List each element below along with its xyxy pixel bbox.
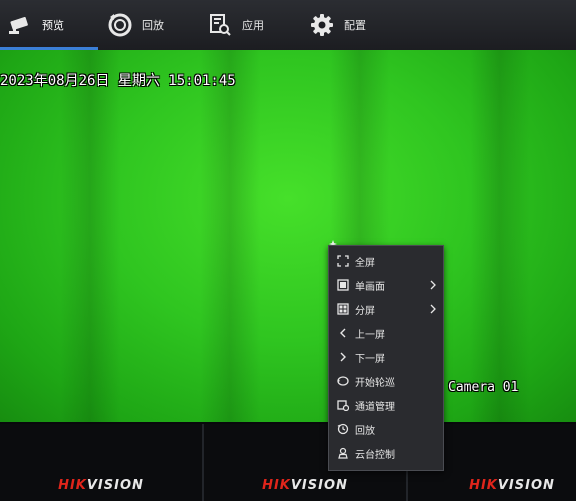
menu-item-label: 分屏 xyxy=(355,305,375,317)
nav-tab-label: 回放 xyxy=(142,19,164,32)
split-view-icon xyxy=(337,303,349,315)
ptz-icon xyxy=(338,447,348,459)
menu-item-ptz-control[interactable]: 云台控制 xyxy=(329,441,443,465)
gear-icon xyxy=(311,14,333,36)
context-menu: 全屏 单画面 分屏 上一屏 下一屏 开始轮巡 通道管理 回放 云台控制 xyxy=(328,245,444,471)
video-tile-strip: HIKVISION HIKVISION HIKVISION xyxy=(0,422,576,501)
chevron-right-icon xyxy=(340,352,346,362)
hikvision-logo: HIKVISION xyxy=(58,478,144,493)
menu-item-label: 单画面 xyxy=(355,281,385,293)
nav-tab-label: 预览 xyxy=(42,19,64,32)
nav-tab-preview[interactable]: 预览 xyxy=(6,0,64,50)
menu-item-label: 下一屏 xyxy=(355,353,385,365)
submenu-arrow-icon xyxy=(430,280,436,290)
menu-item-channel-manage[interactable]: 通道管理 xyxy=(329,393,443,417)
app-search-icon xyxy=(210,14,231,36)
menu-item-previous-screen[interactable]: 上一屏 xyxy=(329,321,443,345)
menu-item-label: 全屏 xyxy=(355,257,375,269)
channel-manage-icon xyxy=(337,400,349,411)
nav-tab-playback[interactable]: 回放 xyxy=(106,0,164,50)
video-texture xyxy=(470,50,530,422)
menu-item-label: 云台控制 xyxy=(355,449,395,461)
video-texture xyxy=(60,50,120,422)
menu-item-split-view[interactable]: 分屏 xyxy=(329,297,443,321)
osd-datetime: 2023年08月26日 星期六 15:01:45 xyxy=(0,73,236,89)
menu-item-next-screen[interactable]: 下一屏 xyxy=(329,345,443,369)
nav-tab-apps[interactable]: 应用 xyxy=(206,0,264,50)
live-video-view[interactable]: 2023年08月26日 星期六 15:01:45 Camera 01 xyxy=(0,50,576,422)
submenu-arrow-icon xyxy=(430,304,436,314)
menu-item-label: 回放 xyxy=(355,425,375,437)
nav-tab-label: 配置 xyxy=(344,19,366,32)
menu-item-label: 开始轮巡 xyxy=(355,377,395,389)
single-view-icon xyxy=(337,279,349,291)
menu-item-fullscreen[interactable]: 全屏 xyxy=(329,249,443,273)
menu-item-label: 上一屏 xyxy=(355,329,385,341)
camera-icon xyxy=(9,16,28,34)
chevron-left-icon xyxy=(340,328,346,338)
hikvision-logo: HIKVISION xyxy=(469,478,555,493)
playback-icon xyxy=(337,423,349,435)
menu-item-single-view[interactable]: 单画面 xyxy=(329,273,443,297)
hikvision-logo: HIKVISION xyxy=(262,478,348,493)
playback-icon xyxy=(108,13,132,37)
menu-item-start-cycle[interactable]: 开始轮巡 xyxy=(329,369,443,393)
top-nav-bar: 预览 回放 应用 配置 xyxy=(0,0,576,51)
nav-tab-config[interactable]: 配置 xyxy=(308,0,366,50)
nav-tab-label: 应用 xyxy=(242,19,264,32)
cycle-icon xyxy=(337,376,349,386)
menu-item-playback[interactable]: 回放 xyxy=(329,417,443,441)
fullscreen-icon xyxy=(337,255,349,267)
video-tile[interactable]: HIKVISION xyxy=(0,424,204,501)
osd-camera-label: Camera 01 xyxy=(448,380,519,395)
video-texture xyxy=(200,50,260,422)
menu-item-label: 通道管理 xyxy=(355,401,395,413)
